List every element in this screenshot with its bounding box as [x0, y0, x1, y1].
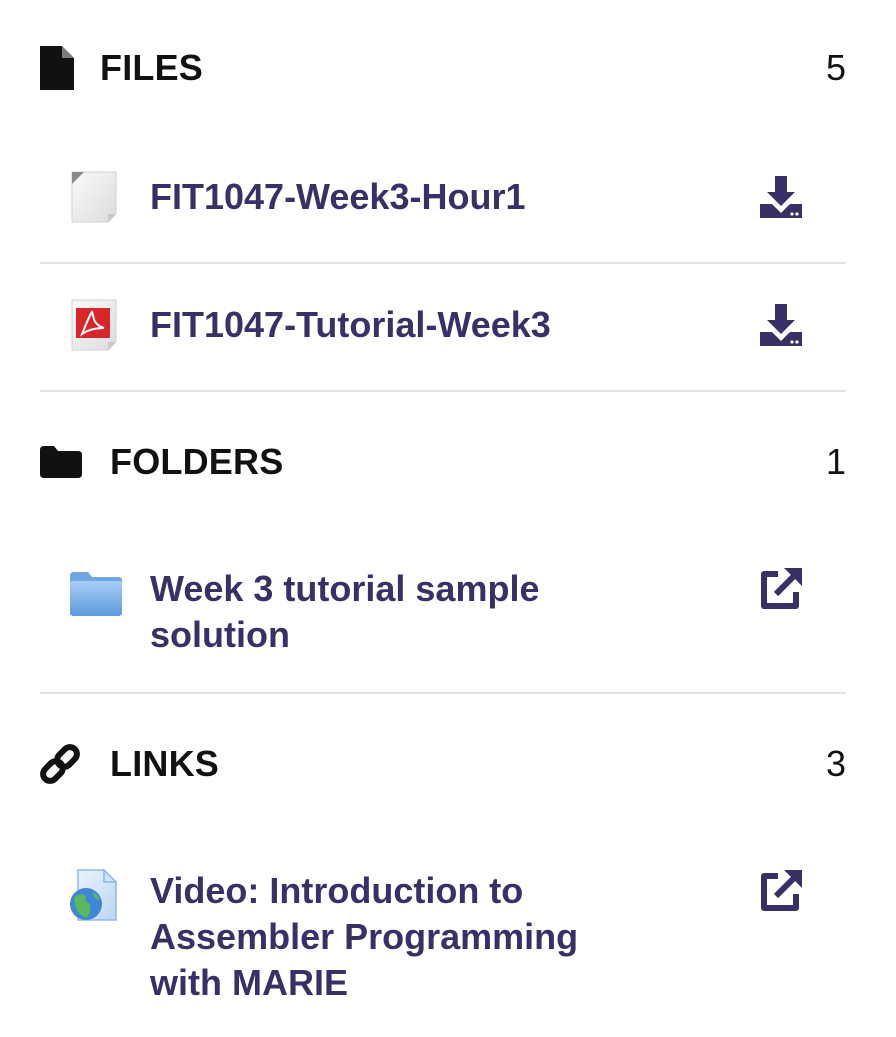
- files-section-header: FILES 5: [40, 38, 846, 98]
- external-link-icon[interactable]: [758, 868, 804, 914]
- folders-section-header: FOLDERS 1: [40, 432, 846, 492]
- links-section-title: LINKS: [110, 743, 219, 784]
- download-icon[interactable]: [758, 302, 804, 348]
- file-link[interactable]: FIT1047-Week3-Hour1: [150, 174, 620, 220]
- url-link[interactable]: Video: Introduction to Assembler Program…: [150, 868, 620, 1006]
- download-icon[interactable]: [758, 174, 804, 220]
- folders-section-title: FOLDERS: [110, 441, 284, 482]
- folder-item[interactable]: Week 3 tutorial sample solution: [40, 566, 846, 666]
- file-link[interactable]: FIT1047-Tutorial-Week3: [150, 302, 620, 348]
- file-item[interactable]: FIT1047-Tutorial-Week3: [40, 294, 846, 356]
- file-item[interactable]: FIT1047-Week3-Hour1: [40, 166, 846, 228]
- folder-icon: [68, 568, 122, 622]
- divider: [40, 692, 846, 694]
- link-icon: [40, 742, 84, 786]
- links-section-header: LINKS 3: [40, 734, 846, 794]
- divider: [40, 390, 846, 392]
- folder-icon: [40, 440, 84, 484]
- external-link-icon[interactable]: [758, 566, 804, 612]
- web-link-icon: [68, 868, 120, 922]
- link-item[interactable]: Video: Introduction to Assembler Program…: [40, 868, 846, 1014]
- file-icon: [40, 46, 84, 90]
- files-section-title: FILES: [100, 47, 204, 88]
- files-count: 5: [825, 47, 846, 88]
- divider: [40, 262, 846, 264]
- pdf-icon: [68, 298, 120, 352]
- folder-link[interactable]: Week 3 tutorial sample solution: [150, 566, 620, 658]
- folders-count: 1: [825, 441, 846, 482]
- links-count: 3: [825, 743, 846, 784]
- document-icon: [68, 170, 120, 224]
